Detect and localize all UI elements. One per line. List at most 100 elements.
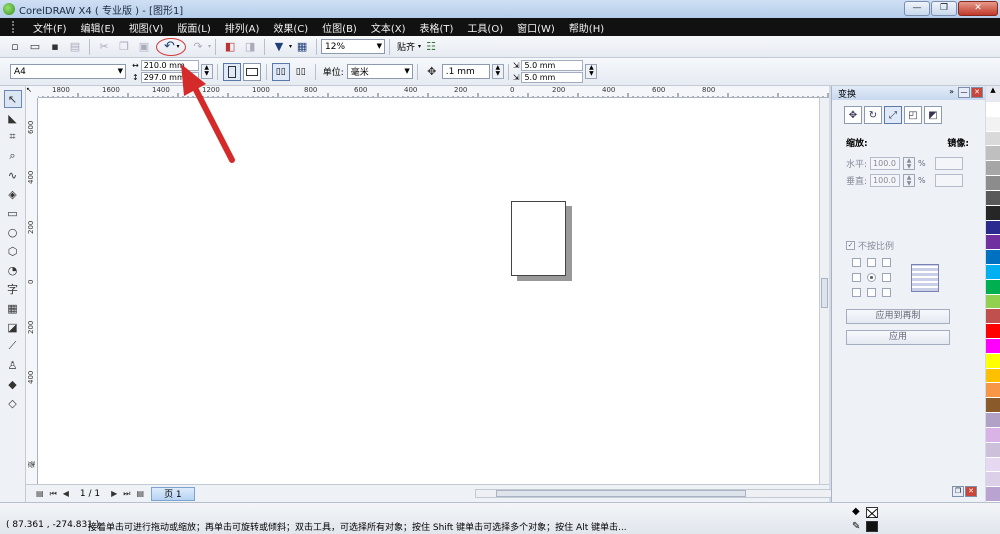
- text-tool-icon[interactable]: 字: [4, 280, 22, 298]
- anchor-middle-left[interactable]: [852, 273, 861, 282]
- pick-tool-icon[interactable]: ↖: [3, 90, 22, 108]
- copy-icon[interactable]: ❐: [117, 40, 131, 54]
- palette-swatch[interactable]: [986, 116, 1000, 132]
- add-page-after-icon[interactable]: ▤: [137, 489, 145, 498]
- nudge-distance-input[interactable]: .1 mm: [441, 64, 490, 79]
- basic-shapes-tool-icon[interactable]: ◔: [4, 261, 22, 279]
- fill-tool-icon[interactable]: ◆: [4, 375, 22, 393]
- new-document-icon[interactable]: ▫: [8, 40, 22, 54]
- ellipse-tool-icon[interactable]: ○: [4, 223, 22, 241]
- docker-close-button[interactable]: ✕: [971, 87, 983, 98]
- duplicate-x-input[interactable]: 5.0 mm: [521, 60, 584, 71]
- welcome-screen-icon[interactable]: ▦: [295, 40, 309, 54]
- undo-icon[interactable]: ↶: [162, 39, 176, 54]
- palette-swatch[interactable]: [986, 398, 1000, 414]
- undo-dropdown-icon[interactable]: ▾: [176, 43, 179, 50]
- menu-window[interactable]: 窗口(W): [510, 20, 562, 35]
- units-combo[interactable]: 毫米 ▼: [346, 64, 413, 79]
- duplicate-y-input[interactable]: 5.0 mm: [521, 72, 584, 83]
- current-page-button[interactable]: ▯▯: [292, 63, 310, 81]
- previous-page-icon[interactable]: ◀: [63, 489, 69, 498]
- docker-expand-icon[interactable]: »: [949, 87, 954, 98]
- outline-color-swatch[interactable]: [866, 521, 878, 532]
- menu-grip[interactable]: [12, 21, 18, 33]
- redo-dropdown-icon[interactable]: ▾: [208, 43, 211, 50]
- freehand-tool-icon[interactable]: ∿: [4, 166, 22, 184]
- next-page-icon[interactable]: ▶: [111, 489, 117, 498]
- minimize-button[interactable]: —: [904, 1, 930, 16]
- palette-scroll-up-icon[interactable]: ▲: [986, 86, 1000, 102]
- palette-swatch[interactable]: [986, 146, 1000, 162]
- outline-tool-icon[interactable]: ♙: [4, 356, 22, 374]
- menu-text[interactable]: 文本(X): [364, 20, 413, 35]
- anchor-middle-right[interactable]: [882, 273, 891, 282]
- horizontal-scroll-thumb[interactable]: [496, 490, 746, 497]
- print-icon[interactable]: ▤: [68, 40, 82, 54]
- vertical-ruler[interactable]: 600 400 200 0 200 400 毫米: [26, 98, 38, 484]
- palette-swatch[interactable]: [986, 220, 1000, 236]
- landscape-button[interactable]: [242, 62, 261, 81]
- palette-swatch[interactable]: [986, 235, 1000, 251]
- palette-swatch[interactable]: [986, 383, 1000, 399]
- all-pages-button[interactable]: ▯▯: [271, 62, 290, 81]
- vertical-scroll-thumb[interactable]: [821, 278, 828, 308]
- open-folder-icon[interactable]: ▭: [28, 40, 42, 54]
- interactive-blend-tool-icon[interactable]: ◪: [4, 318, 22, 336]
- palette-swatch[interactable]: [986, 205, 1000, 221]
- cut-icon[interactable]: ✂: [97, 40, 111, 54]
- palette-swatch[interactable]: [986, 102, 1000, 117]
- menu-arrange[interactable]: 排列(A): [218, 20, 267, 35]
- zoom-level-combo[interactable]: 12% ▼: [321, 39, 386, 54]
- close-button[interactable]: ✕: [958, 1, 998, 16]
- horizontal-ruler[interactable]: 1800 1600 1400 1200 1000 800 600 400 200…: [26, 86, 829, 98]
- anchor-top-right[interactable]: [882, 258, 891, 267]
- vertical-scale-spinner[interactable]: ▲ ▼: [903, 174, 916, 187]
- document-page[interactable]: [511, 201, 566, 276]
- nudge-spinner[interactable]: ▲ ▼: [491, 64, 504, 79]
- palette-swatch[interactable]: [986, 339, 1000, 354]
- fill-color-swatch[interactable]: [866, 507, 878, 519]
- paste-icon[interactable]: ▣: [137, 40, 151, 54]
- palette-swatch[interactable]: [986, 161, 1000, 177]
- anchor-center[interactable]: [867, 273, 876, 282]
- page-tab[interactable]: 页 1: [151, 486, 195, 501]
- redo-icon[interactable]: ↷: [191, 40, 205, 54]
- palette-swatch[interactable]: [986, 442, 1000, 458]
- import-icon[interactable]: ◧: [223, 40, 237, 54]
- shape-tool-icon[interactable]: ◣: [4, 109, 22, 127]
- horizontal-scale-input[interactable]: 100.0: [870, 157, 901, 170]
- palette-swatch[interactable]: [986, 457, 1000, 473]
- mirror-vertical-button[interactable]: [934, 174, 963, 187]
- size-tab-icon[interactable]: ◰: [904, 106, 922, 124]
- dimension-spinner[interactable]: ▲ ▼: [200, 64, 213, 79]
- add-page-icon[interactable]: ▤: [36, 489, 44, 498]
- launcher-dropdown-icon[interactable]: ▾: [289, 43, 292, 50]
- apply-to-duplicate-button[interactable]: 应用到再制: [846, 309, 950, 324]
- zoom-tool-icon[interactable]: ⌕: [4, 147, 22, 165]
- portrait-button[interactable]: [222, 62, 241, 81]
- outline-indicator-icon[interactable]: ✎: [852, 521, 860, 532]
- palette-swatch[interactable]: [986, 279, 1000, 295]
- scale-mirror-tab-icon[interactable]: ⤢: [884, 106, 902, 124]
- palette-swatch[interactable]: [986, 324, 1000, 339]
- save-icon[interactable]: ▪: [48, 40, 62, 54]
- horizontal-scrollbar[interactable]: [475, 489, 845, 498]
- palette-swatch[interactable]: [986, 309, 1000, 325]
- palette-swatch[interactable]: [986, 413, 1000, 428]
- anchor-bottom-left[interactable]: [852, 288, 861, 297]
- export-icon[interactable]: ◨: [243, 40, 257, 54]
- position-tab-icon[interactable]: ✥: [844, 106, 862, 124]
- palette-swatch[interactable]: [986, 353, 1000, 369]
- palette-swatch[interactable]: [986, 250, 1000, 265]
- rotate-tab-icon[interactable]: ↻: [864, 106, 882, 124]
- menu-file[interactable]: 文件(F): [26, 20, 74, 35]
- last-page-icon[interactable]: ⏭: [123, 489, 130, 499]
- palette-swatch[interactable]: [986, 368, 1000, 384]
- first-page-icon[interactable]: ⏮: [50, 489, 57, 499]
- vertical-scrollbar[interactable]: [819, 98, 829, 484]
- paper-height-input[interactable]: 297.0 mm: [140, 72, 199, 83]
- palette-swatch[interactable]: [986, 176, 1000, 191]
- palette-swatch[interactable]: [986, 190, 1000, 206]
- menu-effects[interactable]: 效果(C): [266, 20, 315, 35]
- docker-minimize-button[interactable]: —: [958, 87, 970, 98]
